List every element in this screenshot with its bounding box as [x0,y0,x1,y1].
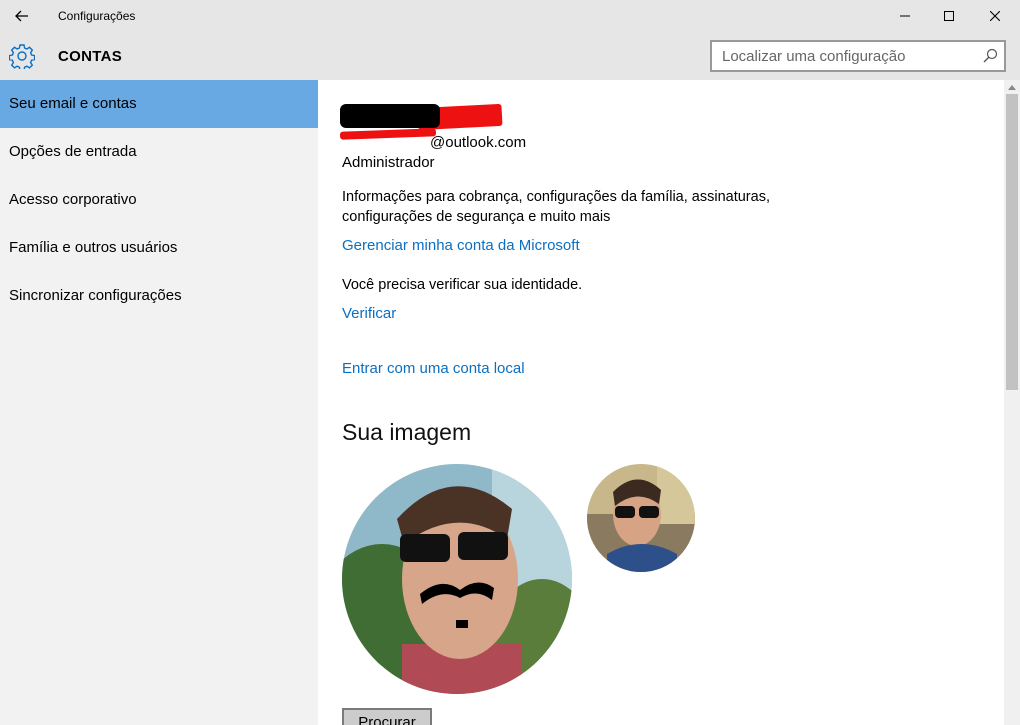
account-email: @outlook.com [430,134,527,151]
sidebar-item-email-accounts[interactable]: Seu email e contas [0,80,318,128]
settings-header: CONTAS Localizar uma configuração [0,32,1020,80]
sidebar-item-family-users[interactable]: Família e outros usuários [0,224,318,272]
verify-identity-text: Você precisa verificar sua identidade. [342,277,583,293]
back-arrow-icon [15,10,28,22]
search-input[interactable]: Localizar uma configuração [710,40,1006,72]
title-bar: Configurações [0,0,1020,32]
maximize-button[interactable] [926,0,972,32]
search-placeholder: Localizar uma configuração [722,48,906,65]
chevron-up-icon [1008,84,1016,90]
sidebar-item-sync-settings[interactable]: Sincronizar configurações [0,272,318,320]
section-title: CONTAS [58,48,123,65]
minimize-button[interactable] [882,0,928,32]
verify-link[interactable]: Verificar [342,305,396,322]
sidebar-item-sign-in-options[interactable]: Opções de entrada [0,128,318,176]
close-icon [990,11,1000,21]
account-role: Administrador [342,154,435,171]
local-account-link[interactable]: Entrar com uma conta local [342,360,525,377]
manage-account-link[interactable]: Gerenciar minha conta da Microsoft [342,237,580,254]
redaction-mark [340,104,440,128]
scroll-up-button[interactable] [1004,80,1020,94]
sidebar-nav: Seu email e contas Opções de entrada Ace… [0,80,318,725]
sidebar-item-work-access[interactable]: Acesso corporativo [0,176,318,224]
search-icon[interactable] [982,48,998,64]
current-avatar [342,464,572,694]
account-info-line1: Informações para cobrança, configurações… [342,189,770,205]
redaction-mark [339,128,437,140]
account-info-line2: configurações de segurança e muito mais [342,209,611,225]
previous-avatar-image [587,464,695,572]
browse-button[interactable]: Procurar [342,708,432,725]
picture-heading: Sua imagem [342,419,472,445]
window-title: Configurações [58,9,136,23]
maximize-icon [944,11,954,21]
gear-icon [9,44,35,69]
back-button[interactable] [10,4,34,28]
previous-avatar[interactable] [587,464,695,572]
account-content: @outlook.com Administrador Informações p… [318,80,1004,725]
minimize-icon [900,15,910,17]
close-button[interactable] [972,0,1018,32]
scrollbar-thumb[interactable] [1006,94,1018,390]
avatar-image [342,464,572,694]
